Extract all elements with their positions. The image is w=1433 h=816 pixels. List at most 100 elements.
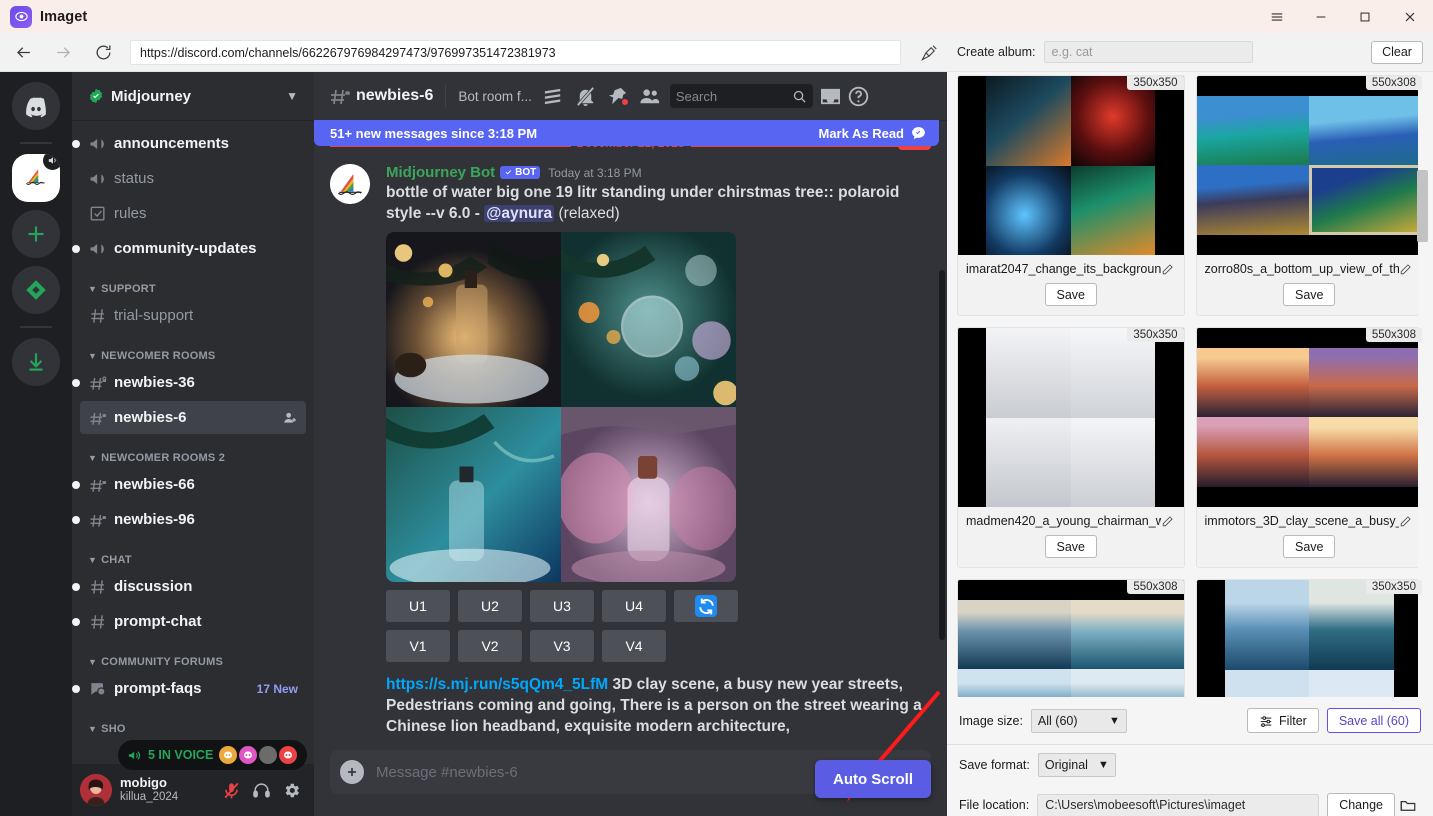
sidebar-item-rules[interactable]: rules — [80, 197, 306, 230]
channel-scroll-area[interactable]: announcements status rules community-upd… — [72, 120, 314, 798]
mic-muted-icon[interactable] — [218, 777, 244, 803]
gallery-card[interactable]: 350x350 madmen420_a_young_chairman_wa Sa… — [957, 327, 1185, 568]
close-icon[interactable] — [1387, 0, 1433, 33]
v3-button[interactable]: V3 — [530, 630, 594, 663]
gear-icon[interactable] — [278, 777, 304, 803]
user-mention[interactable]: @aynura — [484, 205, 555, 223]
voice-status-popup[interactable]: 5 IN VOICE — [118, 740, 308, 770]
discord-logo-icon[interactable] — [12, 82, 60, 130]
create-album-input[interactable]: e.g. cat — [1043, 41, 1253, 63]
sidebar-item-announcements[interactable]: announcements — [72, 127, 306, 160]
v4-button[interactable]: V4 — [602, 630, 666, 663]
sidebar-item-newbies-66[interactable]: newbies-66 — [72, 468, 306, 501]
avatar[interactable] — [330, 164, 370, 204]
url-input[interactable]: https://discord.com/channels/66226797698… — [130, 39, 901, 65]
minimize-icon[interactable] — [1299, 0, 1343, 33]
gallery-grid[interactable]: 350x350 imarat2047_change_its_background — [947, 72, 1433, 697]
save-button[interactable]: Save — [1044, 535, 1097, 558]
u3-button[interactable]: U3 — [530, 590, 594, 623]
pinned-messages-icon[interactable] — [604, 82, 632, 110]
category-newcomer-rooms[interactable]: ▼ NEWCOMER ROOMS — [72, 334, 314, 366]
sidebar-item-prompt-chat[interactable]: prompt-chat — [72, 605, 306, 638]
gallery-scrollbar-track[interactable] — [1417, 72, 1431, 697]
add-attachment-icon[interactable] — [340, 760, 364, 784]
search-input[interactable]: Search — [669, 84, 813, 108]
image-quadrant-3[interactable] — [386, 407, 561, 583]
save-format-select[interactable]: Original ▼ — [1037, 753, 1116, 777]
message-input-placeholder[interactable]: Message #newbies-6 — [376, 764, 861, 781]
reroll-button[interactable] — [674, 590, 738, 623]
pencil-icon[interactable] — [1161, 263, 1176, 276]
save-button[interactable]: Save — [1283, 283, 1336, 306]
gallery-card[interactable]: 350x350 imarat2047_change_its_background — [957, 75, 1185, 316]
file-location-input[interactable]: C:\Users\mobeesoft\Pictures\imaget — [1037, 793, 1320, 816]
clear-button[interactable]: Clear — [1371, 40, 1423, 64]
mark-as-read-button[interactable]: Mark As Read — [819, 125, 928, 142]
sidebar-item-status[interactable]: status — [80, 162, 306, 195]
card-thumbnail[interactable]: 550x308 — [958, 580, 1184, 697]
generated-image-grid[interactable] — [386, 232, 736, 583]
pencil-icon[interactable] — [1399, 515, 1414, 528]
add-server-button[interactable] — [12, 210, 60, 258]
gallery-scrollbar-thumb[interactable] — [1417, 170, 1428, 242]
sidebar-item-midjourney-server[interactable] — [12, 154, 60, 202]
save-button[interactable]: Save — [1044, 283, 1097, 306]
notification-muted-icon[interactable] — [572, 82, 600, 110]
maximize-icon[interactable] — [1343, 0, 1387, 33]
inbox-icon[interactable] — [817, 82, 845, 110]
threads-icon[interactable] — [540, 82, 568, 110]
v1-button[interactable]: V1 — [386, 630, 450, 663]
hamburger-menu-icon[interactable] — [1255, 0, 1299, 33]
save-all-button[interactable]: Save all (60) — [1326, 708, 1421, 733]
image-quadrant-1[interactable] — [386, 232, 561, 408]
image-size-select[interactable]: All (60) ▼ — [1030, 708, 1127, 733]
card-thumbnail[interactable]: 550x308 — [1196, 328, 1422, 507]
category-chat[interactable]: ▼ CHAT — [72, 538, 314, 570]
gallery-card[interactable]: 550x308 immotors_3D_clay_scene_a_busy_n — [1195, 327, 1423, 568]
sidebar-item-newbies-96[interactable]: newbies-96 — [72, 503, 306, 536]
card-thumbnail[interactable]: 350x350 — [1196, 580, 1422, 697]
reload-icon[interactable] — [86, 35, 120, 69]
chat-scrollbar[interactable] — [939, 270, 945, 640]
change-location-button[interactable]: Change — [1327, 792, 1395, 816]
u1-button[interactable]: U1 — [386, 590, 450, 623]
channel-topic[interactable]: Bot room f... — [458, 89, 532, 104]
folder-open-icon[interactable] — [1395, 796, 1421, 814]
avatar[interactable] — [80, 774, 112, 806]
explore-servers-button[interactable] — [12, 266, 60, 314]
sidebar-item-newbies-6[interactable]: newbies-6 — [80, 401, 306, 434]
sidebar-item-newbies-36[interactable]: newbies-36 — [72, 366, 306, 399]
sidebar-item-trial-support[interactable]: trial-support — [80, 299, 306, 332]
sidebar-item-prompt-faqs[interactable]: prompt-faqs 17 New — [72, 672, 306, 705]
category-sho[interactable]: ▼ SHO — [72, 707, 314, 739]
u4-button[interactable]: U4 — [602, 590, 666, 623]
headset-icon[interactable] — [248, 777, 274, 803]
gallery-card[interactable]: 550x308 — [957, 579, 1185, 697]
gallery-card[interactable]: 350x350 — [1195, 579, 1423, 697]
member-list-icon[interactable] — [636, 82, 664, 110]
sidebar-item-discussion[interactable]: discussion — [72, 570, 306, 603]
add-member-icon[interactable] — [282, 410, 298, 426]
category-newcomer-rooms-2[interactable]: ▼ NEWCOMER ROOMS 2 — [72, 436, 314, 468]
guild-header[interactable]: Midjourney ▼ — [72, 72, 314, 120]
card-thumbnail[interactable]: 550x308 — [1196, 76, 1422, 255]
filter-button[interactable]: Filter — [1247, 708, 1319, 733]
sidebar-item-community-updates[interactable]: community-updates — [72, 232, 306, 265]
gallery-card[interactable]: 550x308 zorro80s_a_bottom_up_view_of_the — [1195, 75, 1423, 316]
card-thumbnail[interactable]: 350x350 — [958, 76, 1184, 255]
category-community-forums[interactable]: ▼ COMMUNITY FORUMS — [72, 640, 314, 672]
chevron-down-icon[interactable]: ▼ — [286, 89, 298, 103]
message-author[interactable]: Midjourney Bot — [386, 164, 495, 181]
save-button[interactable]: Save — [1283, 535, 1336, 558]
messages-scroll[interactable]: December 21, 2023 NEW — [314, 120, 947, 750]
image-quadrant-4[interactable] — [561, 407, 736, 583]
v2-button[interactable]: V2 — [458, 630, 522, 663]
download-apps-button[interactable] — [12, 338, 60, 386]
broom-icon[interactable] — [911, 43, 947, 62]
category-support[interactable]: ▼ SUPPORT — [72, 267, 314, 299]
help-icon[interactable] — [845, 82, 873, 110]
forward-arrow-icon[interactable] — [46, 35, 80, 69]
pencil-icon[interactable] — [1399, 263, 1414, 276]
mj-run-link[interactable]: https://s.mj.run/s5qQm4_5LfM — [386, 676, 608, 693]
back-arrow-icon[interactable] — [6, 35, 40, 69]
